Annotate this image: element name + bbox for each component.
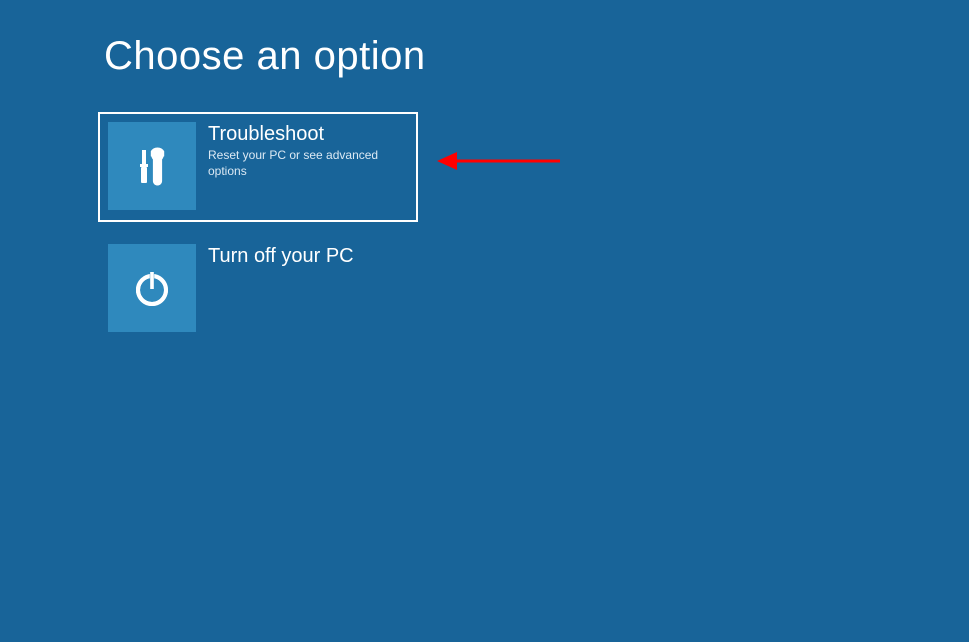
option-troubleshoot-text: Troubleshoot Reset your PC or see advanc…: [196, 122, 408, 179]
option-turn-off-title: Turn off your PC: [208, 244, 354, 268]
page-title: Choose an option: [104, 34, 426, 79]
options-list: Troubleshoot Reset your PC or see advanc…: [98, 112, 418, 356]
annotation-arrow-icon: [435, 146, 565, 176]
power-icon: [108, 244, 196, 332]
tools-icon: [108, 122, 196, 210]
option-turn-off[interactable]: Turn off your PC: [98, 234, 418, 344]
option-troubleshoot[interactable]: Troubleshoot Reset your PC or see advanc…: [98, 112, 418, 222]
option-troubleshoot-title: Troubleshoot: [208, 122, 408, 146]
option-troubleshoot-subtitle: Reset your PC or see advanced options: [208, 148, 408, 179]
option-turn-off-text: Turn off your PC: [196, 244, 354, 270]
